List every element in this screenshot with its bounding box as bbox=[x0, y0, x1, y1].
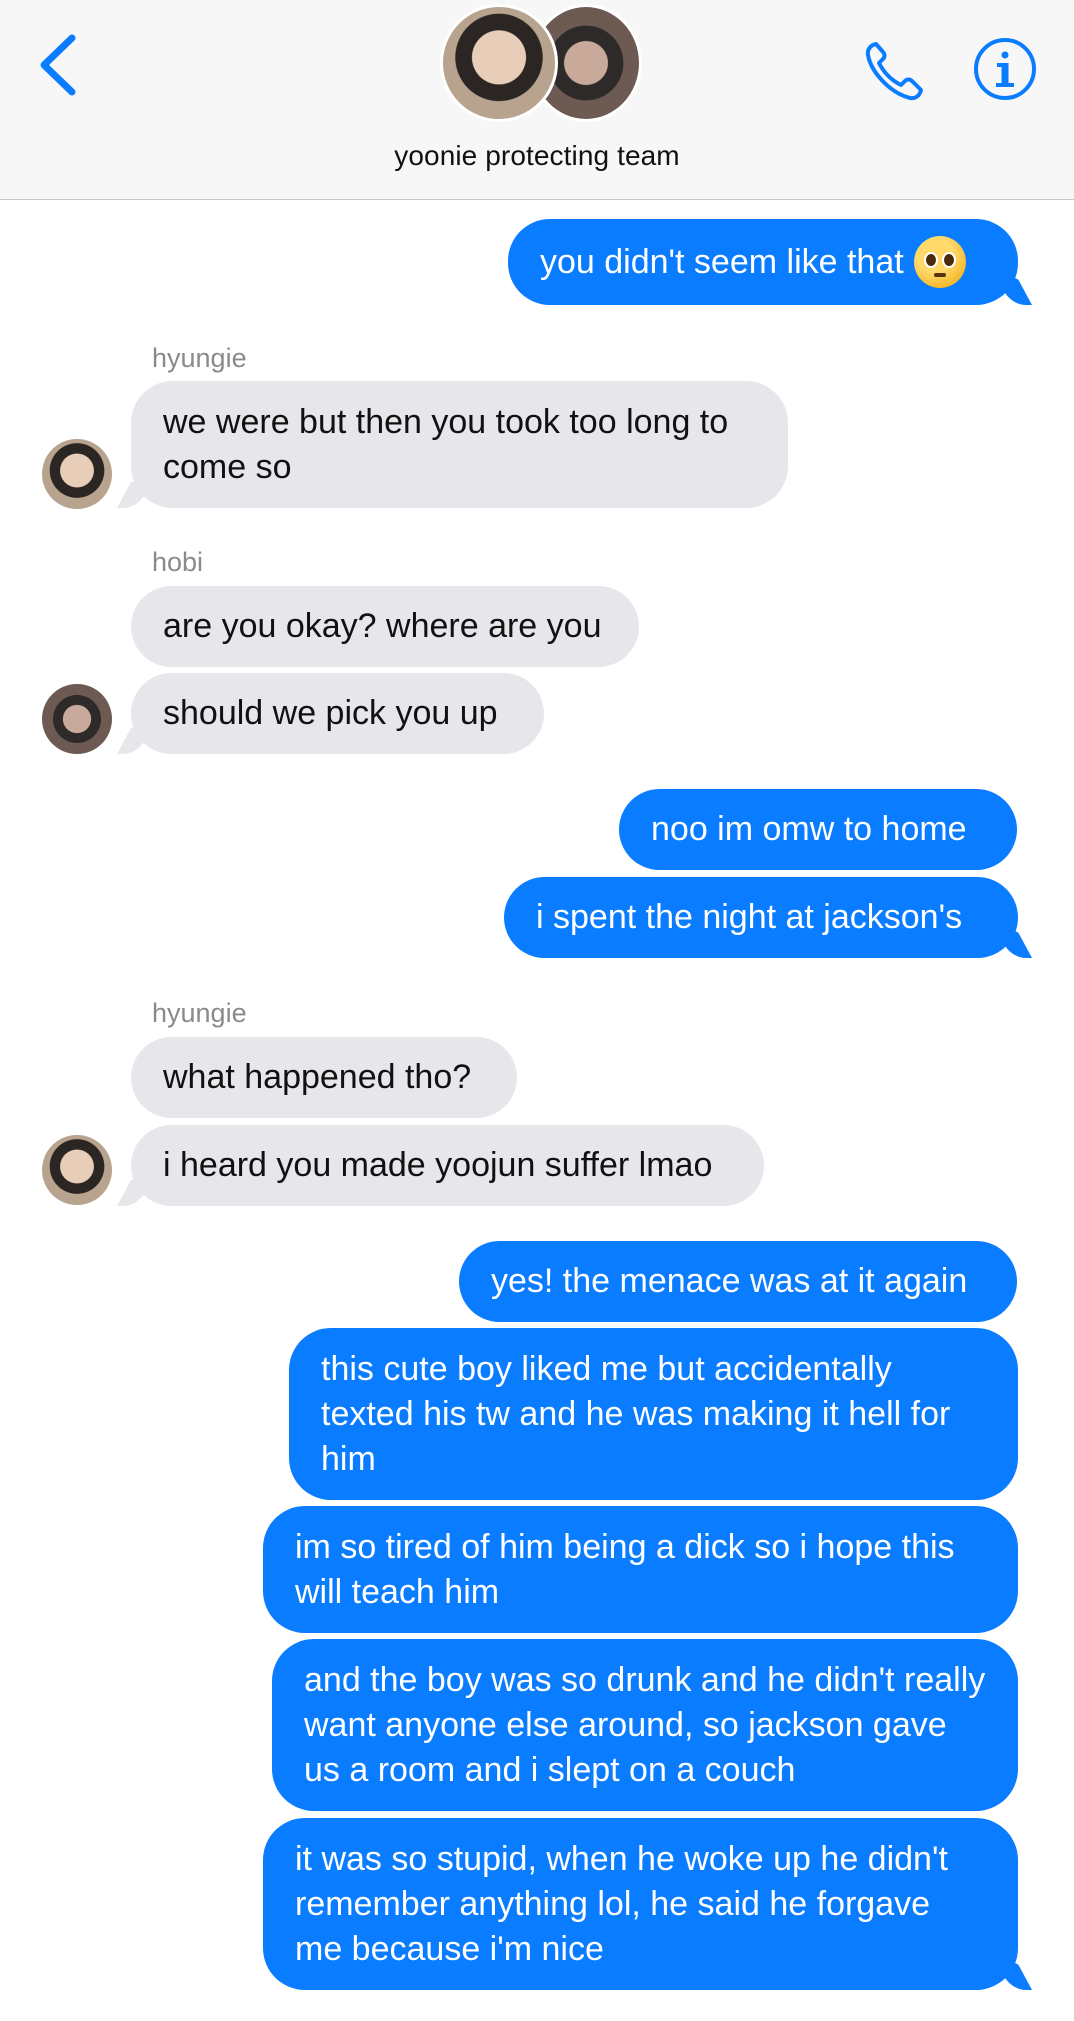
message-text: should we pick you up bbox=[163, 694, 498, 732]
message-text: noo im omw to home bbox=[651, 810, 967, 848]
message-bubble-incoming[interactable]: what happened tho? bbox=[131, 1037, 517, 1118]
avatar-hyungie[interactable] bbox=[42, 439, 112, 509]
message-bubble-outgoing[interactable]: noo im omw to home bbox=[619, 789, 1017, 870]
sender-name: hobi bbox=[152, 547, 204, 577]
message-text: you didn't seem like that bbox=[540, 242, 904, 281]
message-bubble-outgoing[interactable]: yes! the menace was at it again bbox=[459, 1241, 1017, 1322]
message-text: we were but then you took too long to co… bbox=[163, 402, 729, 486]
message-bubble-outgoing[interactable]: you didn't seem like that bbox=[508, 219, 1018, 305]
message-bubble-incoming[interactable]: are you okay? where are you bbox=[131, 586, 639, 667]
message-bubble-outgoing[interactable]: im so tired of him being a dick so i hop… bbox=[263, 1506, 1018, 1633]
group-name[interactable]: yoonie protecting team bbox=[0, 140, 1074, 172]
message-text: and the boy was so drunk and he didn't r… bbox=[304, 1660, 986, 1789]
message-bubble-incoming[interactable]: should we pick you up bbox=[131, 673, 544, 754]
message-text: it was so stupid, when he woke up he did… bbox=[295, 1839, 948, 1968]
avatar-hyungie bbox=[440, 4, 558, 122]
message-bubble-incoming[interactable]: we were but then you took too long to co… bbox=[131, 381, 788, 508]
info-icon[interactable] bbox=[972, 36, 1038, 102]
message-text: are you okay? where are you bbox=[163, 607, 602, 645]
message-text: im so tired of him being a dick so i hop… bbox=[295, 1527, 955, 1611]
message-bubble-outgoing[interactable]: it was so stupid, when he woke up he did… bbox=[263, 1818, 1018, 1990]
message-text: what happened tho? bbox=[163, 1058, 472, 1096]
message-text: this cute boy liked me but accidentally … bbox=[321, 1349, 951, 1478]
group-avatars[interactable] bbox=[436, 4, 642, 124]
message-text: i spent the night at jackson's bbox=[536, 898, 963, 936]
message-bubble-outgoing[interactable]: this cute boy liked me but accidentally … bbox=[289, 1328, 1018, 1500]
message-bubble-outgoing[interactable]: i spent the night at jackson's bbox=[504, 877, 1018, 958]
sender-name: hyungie bbox=[152, 998, 247, 1028]
message-text: yes! the menace was at it again bbox=[491, 1262, 968, 1300]
phone-icon[interactable] bbox=[862, 38, 928, 104]
back-chevron-icon[interactable] bbox=[34, 32, 84, 98]
pleading-face-emoji bbox=[913, 236, 966, 288]
message-bubble-incoming[interactable]: i heard you made yoojun suffer lmao bbox=[131, 1125, 764, 1206]
message-text: i heard you made yoojun suffer lmao bbox=[163, 1146, 713, 1184]
sender-name: hyungie bbox=[152, 343, 247, 373]
chat-header: yoonie protecting team bbox=[0, 0, 1074, 200]
message-bubble-outgoing[interactable]: and the boy was so drunk and he didn't r… bbox=[272, 1639, 1018, 1811]
avatar-hyungie[interactable] bbox=[42, 1135, 112, 1205]
avatar-hobi[interactable] bbox=[42, 684, 112, 754]
